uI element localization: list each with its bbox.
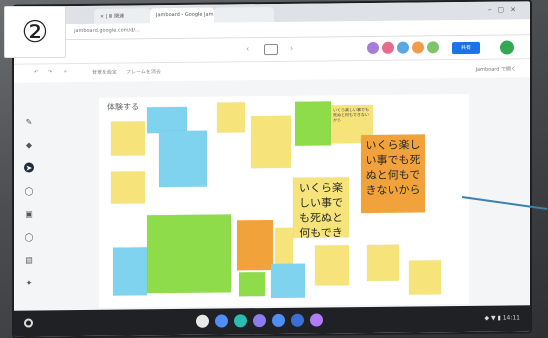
browser-tab[interactable] — [214, 6, 274, 23]
docs-icon[interactable] — [215, 314, 228, 328]
app-icon[interactable] — [253, 314, 266, 328]
browser-tab[interactable]: × | Ⅲ 関連 — [94, 8, 150, 24]
sticky-note[interactable] — [147, 106, 187, 134]
sticky-note-large[interactable]: いくら楽しい事でも死ぬと何もできないから — [293, 177, 349, 238]
status-tray[interactable]: ◆ ▼ ▮ 14:11 — [484, 314, 520, 321]
select-icon[interactable]: ➤ — [24, 162, 34, 173]
image-icon[interactable]: ▣ — [24, 208, 34, 218]
step-number-label: ② — [4, 6, 66, 58]
window-controls-icon[interactable]: –▢× — [488, 5, 522, 13]
sticky-note-large[interactable]: いくら楽しい事でも死ぬと何もできないから — [361, 134, 425, 214]
undo-icon[interactable]: ↶ — [34, 69, 38, 75]
open-in-jamboard-link[interactable]: Jamboard で開く — [476, 65, 516, 72]
sticky-note[interactable] — [217, 102, 245, 133]
files-icon[interactable] — [272, 313, 285, 327]
shape-icon[interactable]: ◯ — [24, 231, 34, 241]
sticky-note-icon[interactable]: ◯ — [24, 185, 34, 195]
screen: × | Ⅲ 関連 Jamboard - Google Jam –▢× jambo… — [14, 1, 530, 337]
laser-icon[interactable]: ✦ — [24, 277, 34, 287]
chrome-icon[interactable] — [196, 314, 209, 328]
frame-bar-icon[interactable] — [264, 43, 278, 56]
sticky-note[interactable] — [237, 219, 273, 271]
sticky-note[interactable] — [295, 101, 331, 146]
sticky-note[interactable] — [111, 121, 145, 156]
zoom-icon[interactable]: ⌖ — [64, 69, 67, 75]
tool-sidebar: ✎ ◆ ➤ ◯ ▣ ◯ ▤ ✦ — [24, 116, 38, 300]
collaborator-avatars — [366, 40, 440, 56]
sticky-note[interactable] — [409, 260, 441, 295]
os-shelf: ◆ ▼ ▮ 14:11 — [14, 305, 530, 337]
avatar[interactable] — [396, 40, 410, 55]
sticky-note[interactable] — [271, 263, 305, 299]
set-background-button[interactable]: 背景を設定 — [92, 69, 117, 76]
clear-frame-button[interactable]: フレームを消去 — [126, 68, 161, 75]
account-avatar[interactable] — [500, 40, 514, 55]
avatar[interactable] — [366, 40, 380, 56]
monitor: × | Ⅲ 関連 Jamboard - Google Jam –▢× jambo… — [0, 0, 548, 338]
app-icon[interactable] — [291, 313, 304, 327]
sticky-note[interactable] — [251, 115, 291, 169]
board-canvas[interactable]: 体験する いくら楽しい事でも死ぬと何もできないから いくら楽しい事でも死ぬと何も… — [99, 93, 469, 308]
sticky-note[interactable] — [113, 247, 147, 296]
avatar[interactable] — [426, 40, 440, 55]
avatar[interactable] — [411, 40, 425, 55]
share-button[interactable]: 共有 — [452, 41, 480, 55]
url-text: jamboard.google.com/d/... — [74, 27, 140, 35]
board-title: 体験する — [107, 102, 139, 112]
meet-icon[interactable] — [234, 314, 247, 328]
sticky-note[interactable] — [367, 244, 399, 282]
browser-tab-active[interactable]: Jamboard - Google Jam — [150, 7, 214, 24]
shelf-apps — [196, 313, 323, 328]
pen-icon[interactable]: ✎ — [24, 116, 34, 126]
prev-frame-icon[interactable]: ‹ — [246, 44, 249, 53]
sticky-note[interactable] — [147, 214, 231, 294]
app-icon[interactable] — [310, 313, 323, 327]
eraser-icon[interactable]: ◆ — [24, 139, 34, 149]
sticky-note[interactable] — [159, 130, 207, 188]
sticky-note[interactable] — [239, 272, 265, 297]
redo-icon[interactable]: ↷ — [48, 69, 52, 75]
sticky-note[interactable] — [111, 171, 145, 204]
launcher-icon[interactable] — [24, 318, 33, 328]
next-frame-icon[interactable]: › — [290, 44, 293, 53]
avatar[interactable] — [381, 40, 395, 55]
textbox-icon[interactable]: ▤ — [24, 254, 34, 264]
sticky-note[interactable] — [315, 245, 349, 286]
